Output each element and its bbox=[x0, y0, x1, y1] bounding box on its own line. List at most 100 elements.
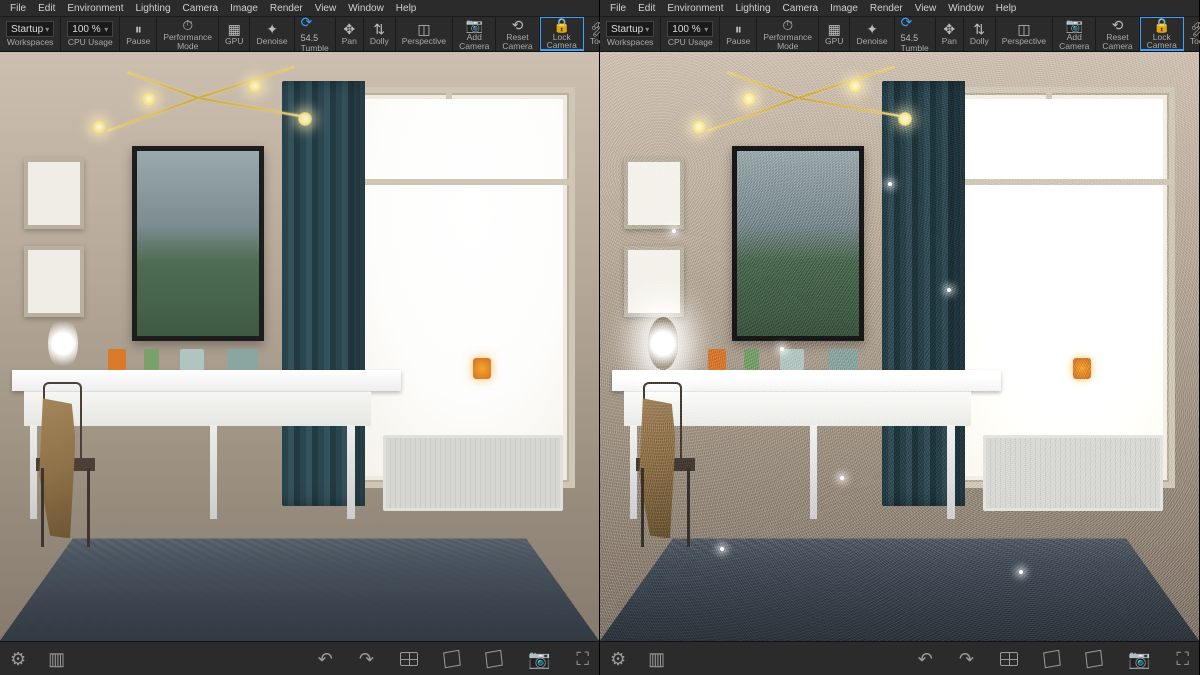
menu-environment[interactable]: Environment bbox=[61, 2, 129, 15]
wireframe-toggle-icon[interactable] bbox=[400, 652, 418, 666]
menu-edit[interactable]: Edit bbox=[632, 2, 661, 15]
undo-icon[interactable]: ↶ bbox=[918, 650, 933, 668]
denoise-button[interactable]: ✦ Denoise bbox=[850, 17, 894, 51]
menu-file[interactable]: File bbox=[4, 2, 32, 15]
cpu-usage-dropdown[interactable]: 100 % bbox=[667, 21, 713, 37]
redo-icon[interactable]: ↷ bbox=[959, 650, 974, 668]
dolly-button[interactable]: ⇅ Dolly bbox=[964, 17, 996, 51]
reset-camera-button[interactable]: ⟲ ResetCamera bbox=[1096, 17, 1139, 51]
geometry-icon[interactable] bbox=[444, 651, 460, 667]
undo-icon[interactable]: ↶ bbox=[318, 650, 333, 668]
main-toolbar: Startup Workspaces 100 % CPU Usage ⏸ Pau… bbox=[600, 16, 1199, 52]
menu-file[interactable]: File bbox=[604, 2, 632, 15]
workspace-dropdown[interactable]: Startup bbox=[6, 21, 54, 37]
sparkle-icon: ✦ bbox=[866, 22, 878, 36]
menu-lighting[interactable]: Lighting bbox=[130, 2, 177, 15]
rotate-icon: ⟳ 54.5 bbox=[901, 15, 929, 43]
workspace-dropdown[interactable]: Startup bbox=[606, 21, 654, 37]
tools-button[interactable]: 🛠 Tools bbox=[1184, 17, 1200, 51]
menu-view[interactable]: View bbox=[909, 2, 943, 15]
performance-mode-button[interactable]: ⏱ PerformanceMode bbox=[757, 17, 819, 51]
dolly-icon: ⇅ bbox=[373, 22, 385, 36]
menu-window[interactable]: Window bbox=[342, 2, 390, 15]
fullscreen-icon[interactable]: ⛶ bbox=[1176, 650, 1189, 668]
menu-lighting[interactable]: Lighting bbox=[730, 2, 777, 15]
redo-icon[interactable]: ↷ bbox=[359, 650, 374, 668]
menu-view[interactable]: View bbox=[309, 2, 343, 15]
menu-render[interactable]: Render bbox=[864, 2, 909, 15]
sparkle-icon: ✦ bbox=[266, 22, 278, 36]
pan-button[interactable]: ✥ Pan bbox=[336, 17, 364, 51]
scene-interior-noisy bbox=[600, 52, 1199, 641]
pause-icon: ⏸ bbox=[735, 22, 742, 36]
workspace-selector[interactable]: Startup Workspaces bbox=[600, 17, 661, 51]
menu-camera[interactable]: Camera bbox=[177, 2, 225, 15]
perspective-icon: ◫ bbox=[417, 22, 430, 36]
perspective-icon: ◫ bbox=[1017, 22, 1030, 36]
library-icon[interactable]: ▥ bbox=[48, 650, 65, 668]
cpu-usage-label: CPU Usage bbox=[668, 38, 713, 47]
menu-camera[interactable]: Camera bbox=[777, 2, 825, 15]
add-camera-button[interactable]: 📷 AddCamera bbox=[1053, 17, 1096, 51]
performance-mode-button[interactable]: ⏱ PerformanceMode bbox=[157, 17, 219, 51]
pause-button[interactable]: ⏸ Pause bbox=[120, 17, 157, 51]
bottom-toolbar: ⚙ ▥ ↶ ↷ 📷 ⛶ bbox=[600, 641, 1199, 675]
menu-edit[interactable]: Edit bbox=[32, 2, 61, 15]
pan-icon: ✥ bbox=[343, 22, 355, 36]
camera-reset-icon: ⟲ bbox=[512, 18, 524, 32]
pan-button[interactable]: ✥ Pan bbox=[936, 17, 964, 51]
menu-help[interactable]: Help bbox=[390, 2, 423, 15]
gauge-icon: ⏱ bbox=[182, 18, 193, 32]
add-camera-button[interactable]: 📷 AddCamera bbox=[453, 17, 496, 51]
workspaces-label: Workspaces bbox=[7, 38, 54, 47]
wireframe-toggle-icon[interactable] bbox=[1000, 652, 1018, 666]
pause-button[interactable]: ⏸ Pause bbox=[720, 17, 757, 51]
dolly-button[interactable]: ⇅ Dolly bbox=[364, 17, 396, 51]
menu-help[interactable]: Help bbox=[990, 2, 1023, 15]
render-viewport-left[interactable] bbox=[0, 52, 599, 641]
settings-icon[interactable]: ⚙ bbox=[10, 650, 26, 668]
cpu-usage-control[interactable]: 100 % CPU Usage bbox=[661, 17, 720, 51]
gpu-button[interactable]: ▦ GPU bbox=[819, 17, 850, 51]
gpu-button[interactable]: ▦ GPU bbox=[219, 17, 250, 51]
camera-lock-icon: 🔒 bbox=[553, 18, 570, 32]
cpu-usage-dropdown[interactable]: 100 % bbox=[67, 21, 113, 37]
gauge-icon: ⏱ bbox=[782, 18, 793, 32]
fullscreen-icon[interactable]: ⛶ bbox=[576, 650, 589, 668]
geometry-icon-2[interactable] bbox=[1086, 651, 1102, 667]
menu-environment[interactable]: Environment bbox=[661, 2, 729, 15]
perspective-button[interactable]: ◫ Perspective bbox=[396, 17, 453, 51]
menu-window[interactable]: Window bbox=[942, 2, 990, 15]
menu-image[interactable]: Image bbox=[224, 2, 264, 15]
dolly-icon: ⇅ bbox=[973, 22, 985, 36]
library-icon[interactable]: ▥ bbox=[648, 650, 665, 668]
menu-render[interactable]: Render bbox=[264, 2, 309, 15]
perspective-button[interactable]: ◫ Perspective bbox=[996, 17, 1053, 51]
pause-icon: ⏸ bbox=[135, 22, 142, 36]
workspace-selector[interactable]: Startup Workspaces bbox=[0, 17, 61, 51]
lock-camera-button[interactable]: 🔒 LockCamera bbox=[1140, 17, 1184, 51]
snapshot-icon[interactable]: 📷 bbox=[1128, 650, 1150, 668]
camera-add-icon: 📷 bbox=[466, 18, 483, 32]
gpu-icon: ▦ bbox=[228, 22, 241, 36]
rotate-icon: ⟳ 54.5 bbox=[301, 15, 329, 43]
tumble-button[interactable]: ⟳ 54.5 Tumble bbox=[895, 17, 936, 51]
tools-icon: 🛠 bbox=[1191, 22, 1200, 36]
menu-image[interactable]: Image bbox=[824, 2, 864, 15]
settings-icon[interactable]: ⚙ bbox=[610, 650, 626, 668]
scene-interior bbox=[0, 52, 599, 641]
lock-camera-button[interactable]: 🔒 LockCamera bbox=[540, 17, 584, 51]
bottom-toolbar: ⚙ ▥ ↶ ↷ 📷 ⛶ bbox=[0, 641, 599, 675]
snapshot-icon[interactable]: 📷 bbox=[528, 650, 550, 668]
denoise-button[interactable]: ✦ Denoise bbox=[250, 17, 294, 51]
reset-camera-button[interactable]: ⟲ ResetCamera bbox=[496, 17, 539, 51]
geometry-icon-2[interactable] bbox=[486, 651, 502, 667]
tumble-button[interactable]: ⟳ 54.5 Tumble bbox=[295, 17, 336, 51]
render-viewport-right[interactable] bbox=[600, 52, 1199, 641]
cpu-usage-control[interactable]: 100 % CPU Usage bbox=[61, 17, 120, 51]
workspaces-label: Workspaces bbox=[607, 38, 654, 47]
camera-lock-icon: 🔒 bbox=[1153, 18, 1170, 32]
cpu-usage-label: CPU Usage bbox=[68, 38, 113, 47]
geometry-icon[interactable] bbox=[1044, 651, 1060, 667]
camera-add-icon: 📷 bbox=[1066, 18, 1083, 32]
